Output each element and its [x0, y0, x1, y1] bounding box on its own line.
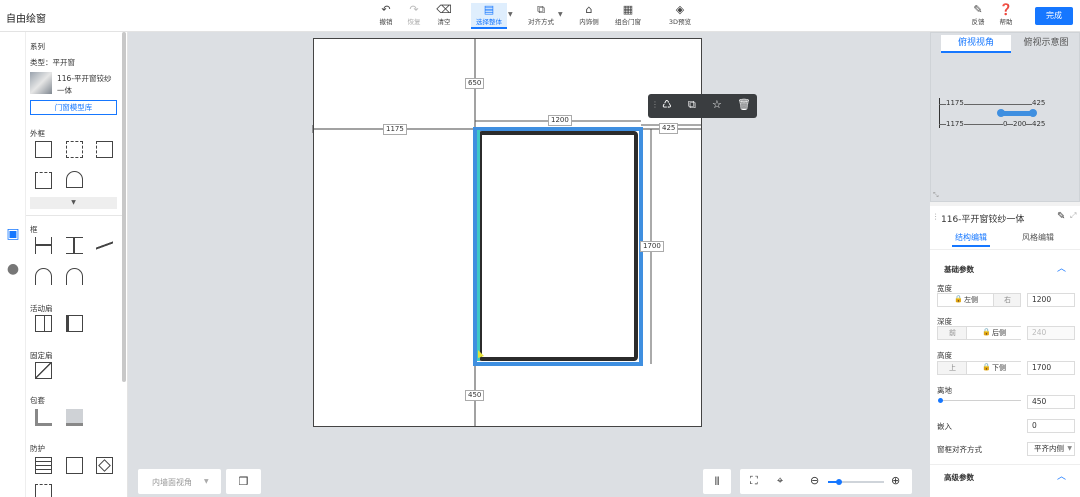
frame-align-label: 窗框对齐方式: [937, 445, 982, 454]
height-anchor-toggle[interactable]: 上 🔒 下侧: [937, 361, 1021, 375]
plan-row1-left: 1175: [946, 99, 964, 107]
tab-top-view[interactable]: 俯视视角: [941, 35, 1011, 53]
plan-left-handle[interactable]: [997, 109, 1005, 117]
divider: [930, 464, 1080, 465]
tab-style[interactable]: 风格编辑: [1018, 232, 1058, 247]
height-input[interactable]: 1700: [1027, 361, 1075, 375]
dim-bottom-label[interactable]: 450: [465, 390, 485, 401]
width-input[interactable]: 1200: [1027, 293, 1075, 307]
drag-handle-icon[interactable]: ⋮: [932, 212, 940, 221]
advanced-params-title: 高级参数: [944, 473, 974, 482]
favorite-star-icon[interactable]: ☆: [712, 98, 722, 111]
context-toolbar: ⋮ ♺ ⧉ ☆ 🗑: [648, 94, 757, 118]
zoom-in-icon[interactable]: ⊕: [891, 474, 900, 487]
plan-row2-mid2: 200: [1013, 120, 1027, 128]
dim-height-label[interactable]: 1700: [640, 241, 664, 252]
expand-icon[interactable]: ⤢: [1070, 211, 1076, 221]
sill-label: 离地: [937, 386, 952, 395]
inner-side-icon[interactable]: ♺: [662, 98, 672, 111]
dim-top-label[interactable]: 650: [465, 78, 485, 89]
frame-align-select[interactable]: 平齐内侧 ▼: [1027, 442, 1075, 456]
fit-frame-icon[interactable]: ⛶: [750, 474, 758, 488]
tab-top-diagram[interactable]: 俯视示意图: [1013, 35, 1079, 53]
zoom-slider-thumb[interactable]: [836, 479, 842, 485]
top-view-panel: 俯视视角 俯视示意图 1175 425 1175 0 200 425 ⤡: [930, 32, 1080, 202]
zoom-controls: ⛶ ⌖ ⊖ ⊕: [740, 469, 912, 494]
delete-trash-icon[interactable]: 🗑: [737, 98, 751, 111]
split-icon: ⫴: [714, 475, 720, 488]
dim-width-label[interactable]: 1200: [548, 115, 572, 126]
lock-icon: 🔒: [954, 295, 963, 303]
chevron-down-icon: ▼: [1067, 445, 1072, 452]
chevron-down-icon: ▼: [204, 478, 209, 485]
view-select[interactable]: 内墙面视角 ▼: [138, 469, 221, 494]
plan-row2-left: 1175: [946, 120, 964, 128]
height-label: 高度: [937, 351, 952, 360]
properties-panel: ⋮ 116-平开窗铰纱一体 ✎ ⤢ 结构编辑 风格编辑 基础参数 ︿ 宽度 🔒 左…: [930, 206, 1080, 497]
collapse-icon[interactable]: ︿: [1057, 261, 1066, 274]
plan-row1-right: 425: [1032, 99, 1046, 107]
sill-input[interactable]: 450: [1027, 395, 1075, 409]
dim-left-label[interactable]: 1175: [383, 124, 407, 135]
width-anchor-toggle[interactable]: 🔒 左侧 右: [937, 293, 1021, 307]
depth-anchor-toggle[interactable]: 前 🔒 后侧: [937, 326, 1021, 340]
copy-icon[interactable]: ⧉: [688, 98, 696, 112]
dim-right-label[interactable]: 425: [659, 123, 679, 134]
layers-icon: ❒: [238, 475, 249, 488]
drag-handle-icon[interactable]: ⋮: [651, 100, 659, 109]
embed-label: 嵌入: [937, 422, 952, 431]
edit-icon[interactable]: ✎: [1057, 211, 1065, 222]
embed-input[interactable]: 0: [1027, 419, 1075, 433]
lock-icon: 🔒: [982, 363, 991, 371]
collapse-icon[interactable]: ︿: [1057, 469, 1066, 482]
drawing-svg: [312, 38, 701, 426]
basic-params-title: 基础参数: [944, 265, 974, 274]
tab-structure[interactable]: 结构编辑: [952, 232, 990, 247]
props-title: 116-平开窗铰纱一体: [941, 215, 1025, 225]
resize-grip-icon[interactable]: ⤡: [933, 191, 939, 200]
zoom-out-icon[interactable]: ⊖: [810, 474, 819, 487]
split-view-button[interactable]: ⫴: [703, 469, 731, 494]
focus-icon[interactable]: ⌖: [777, 474, 783, 488]
divider: [930, 249, 1080, 250]
plan-right-handle[interactable]: [1029, 109, 1037, 117]
done-button[interactable]: 完成: [1035, 7, 1073, 25]
plan-row2-right: 425: [1032, 120, 1046, 128]
sill-slider-thumb[interactable]: [938, 398, 943, 403]
help-icon: ❓: [999, 3, 1013, 16]
lock-icon: 🔒: [982, 328, 991, 336]
help-button[interactable]: ❓ 帮助: [988, 3, 1024, 29]
view-3d-button[interactable]: ❒: [226, 469, 261, 494]
depth-input[interactable]: 240: [1027, 326, 1075, 340]
sill-slider[interactable]: [939, 400, 1021, 401]
plan-row2-mid: 0: [1003, 120, 1008, 128]
